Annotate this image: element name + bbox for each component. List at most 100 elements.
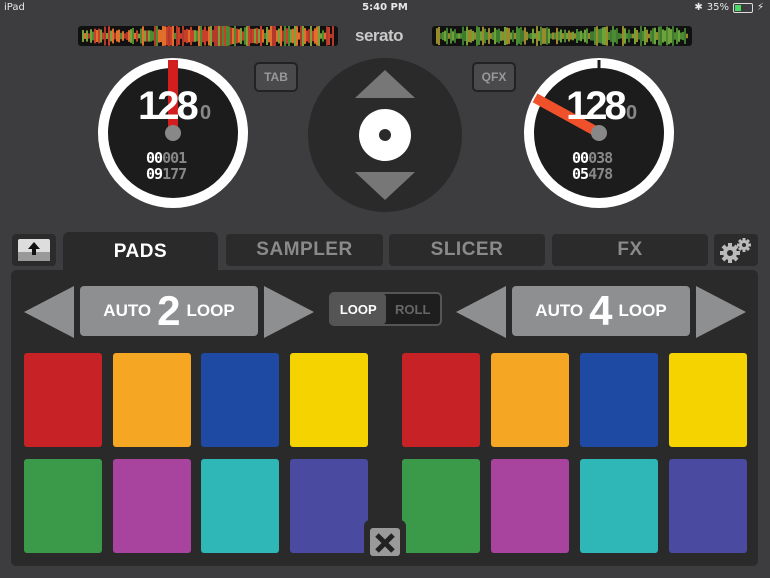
waveform-bar <box>314 28 316 44</box>
upload-button[interactable] <box>12 234 56 266</box>
loop-right-size[interactable]: AUTO 4 LOOP <box>512 286 690 336</box>
deck-left-ring <box>98 58 248 208</box>
waveform-bar <box>174 32 176 40</box>
loop-right-decrease-icon[interactable] <box>456 286 506 338</box>
tab-sampler[interactable]: SAMPLER <box>226 234 383 266</box>
pad-left-7[interactable] <box>201 459 279 553</box>
waveform-right[interactable] <box>432 26 692 46</box>
waveform-bar <box>620 33 622 39</box>
waveform-bar <box>138 33 140 39</box>
waveform-bar <box>504 26 506 46</box>
waveform-bar <box>580 30 582 42</box>
pad-right-7[interactable] <box>580 459 658 553</box>
tab-fx[interactable]: FX <box>552 234 708 266</box>
pad-right-5[interactable] <box>402 459 480 553</box>
waveform-bar <box>112 28 114 44</box>
waveform-bar <box>118 29 120 43</box>
waveform-bar <box>686 33 688 39</box>
waveform-bar <box>534 33 536 39</box>
down-arrow-icon[interactable] <box>355 172 415 200</box>
waveform-bar <box>498 28 500 44</box>
waveform-bar <box>454 29 456 43</box>
waveform-bar <box>132 27 134 45</box>
pad-left-2[interactable] <box>113 353 191 447</box>
pad-right-1[interactable] <box>402 353 480 447</box>
waveform-bar <box>182 26 184 46</box>
waveform-bar <box>294 26 296 46</box>
waveform-bar <box>460 33 462 39</box>
waveform-bar <box>152 31 154 41</box>
waveform-bar <box>470 29 472 43</box>
waveform-bar <box>250 28 252 44</box>
tab-button[interactable]: TAB <box>254 62 298 92</box>
loop-toggle-option[interactable]: LOOP <box>331 294 386 324</box>
loop-roll-toggle[interactable]: LOOP ROLL <box>329 292 442 326</box>
waveform-bar <box>476 26 478 46</box>
charging-icon: ⚡ <box>756 2 764 13</box>
waveform-bar <box>318 26 320 46</box>
close-panel-button[interactable] <box>364 520 406 562</box>
waveform-bar <box>126 32 128 40</box>
waveform-bar <box>278 28 280 44</box>
waveform-bar <box>270 26 272 46</box>
waveform-bar <box>266 27 268 45</box>
waveform-bar <box>210 26 212 46</box>
waveform-bar <box>160 29 162 43</box>
waveform-left[interactable] <box>78 26 338 46</box>
serato-logo: serato <box>355 26 404 45</box>
pad-right-6[interactable] <box>491 459 569 553</box>
qfx-button[interactable]: QFX <box>472 62 516 92</box>
waveform-bar <box>134 32 136 40</box>
waveform-bar <box>168 26 170 46</box>
waveform-bar <box>466 26 468 46</box>
waveform-bar <box>324 32 326 40</box>
waveform-bar <box>612 26 614 46</box>
deck-left-platter[interactable]: 128 0 00001 09177 <box>96 56 250 210</box>
waveform-bar <box>240 28 242 44</box>
waveform-bar <box>544 28 546 44</box>
pad-right-2[interactable] <box>491 353 569 447</box>
waveform-bar <box>648 33 650 39</box>
pad-right-8[interactable] <box>669 459 747 553</box>
waveform-bar <box>484 28 486 44</box>
deck-right-time: 00038 05478 <box>572 150 613 183</box>
deck-right-platter[interactable]: 128 0 00038 05478 <box>522 56 676 210</box>
waveform-bar <box>444 30 446 42</box>
loop-left-decrease-icon[interactable] <box>24 286 74 338</box>
waveform-bar <box>446 27 448 45</box>
loop-left-increase-icon[interactable] <box>264 286 314 338</box>
gear-icon <box>720 238 751 263</box>
waveform-bar <box>506 27 508 45</box>
waveform-bar <box>564 29 566 43</box>
tab-slicer[interactable]: SLICER <box>389 234 545 266</box>
waveform-bar <box>482 26 484 46</box>
waveform-bar <box>218 26 220 46</box>
up-arrow-icon[interactable] <box>355 70 415 98</box>
settings-button[interactable] <box>714 234 758 266</box>
pad-left-8[interactable] <box>290 459 368 553</box>
tab-pads[interactable]: PADS <box>63 232 218 272</box>
waveform-bar <box>582 32 584 40</box>
waveform-bar <box>116 30 118 42</box>
waveform-bar <box>436 28 438 44</box>
roll-toggle-option[interactable]: ROLL <box>386 294 441 324</box>
waveform-bar <box>308 29 310 43</box>
waveform-bar <box>286 28 288 44</box>
deck-right-ring <box>524 58 674 208</box>
waveform-bar <box>678 30 680 42</box>
loop-left-size[interactable]: AUTO 2 LOOP <box>80 286 258 336</box>
waveform-bar <box>676 27 678 45</box>
waveform-bar <box>328 27 330 45</box>
pad-left-3[interactable] <box>201 353 279 447</box>
deck-right-remaining-sec: 478 <box>588 165 613 183</box>
waveform-bar <box>658 26 660 46</box>
pad-left-5[interactable] <box>24 459 102 553</box>
pad-left-6[interactable] <box>113 459 191 553</box>
pad-right-3[interactable] <box>580 353 658 447</box>
waveform-bar <box>264 32 266 40</box>
waveform-bar <box>526 31 528 41</box>
pad-left-1[interactable] <box>24 353 102 447</box>
pad-left-4[interactable] <box>290 353 368 447</box>
loop-right-increase-icon[interactable] <box>696 286 746 338</box>
pad-right-4[interactable] <box>669 353 747 447</box>
